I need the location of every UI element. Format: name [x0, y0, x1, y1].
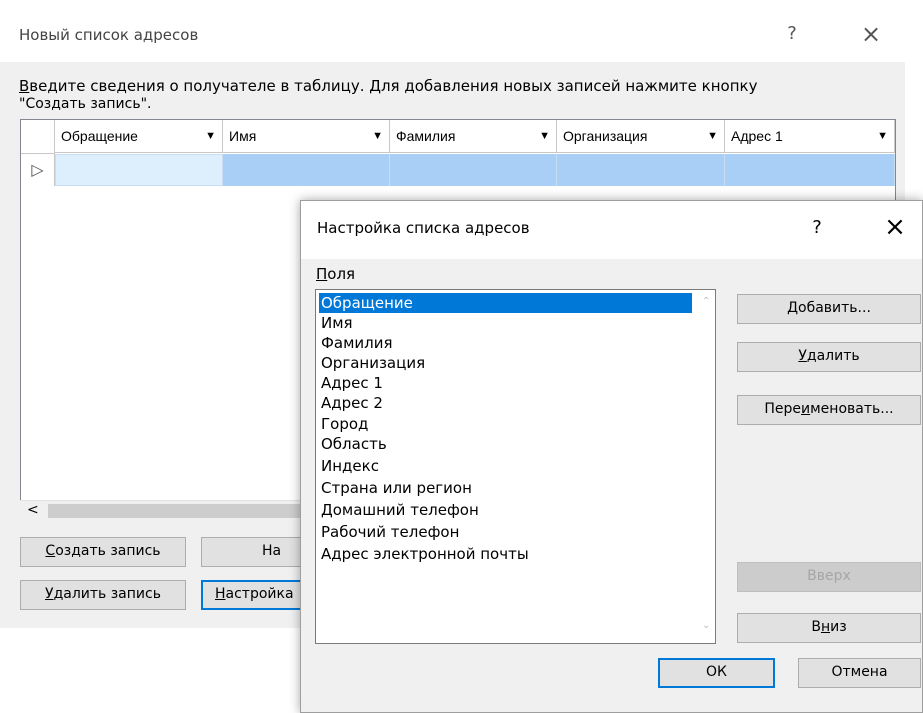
- customize-address-list-dialog: Настройка списка адресов ? × Поля Обраще…: [300, 200, 923, 713]
- fields-listbox[interactable]: Обращение Имя Фамилия Организация Адрес …: [315, 289, 716, 644]
- row-selector-icon[interactable]: ▷: [21, 154, 55, 186]
- list-item[interactable]: Город: [319, 414, 368, 434]
- column-header[interactable]: Имя ▼: [223, 120, 390, 153]
- grid-cell[interactable]: [557, 154, 725, 186]
- dialog-title: Настройка списка адресов: [317, 219, 530, 237]
- dialog-title-bar: Настройка списка адресов ? ×: [301, 201, 922, 259]
- main-dialog-title: Новый список адресов: [19, 26, 199, 44]
- delete-entry-button[interactable]: Удалить запись: [20, 580, 186, 610]
- list-item[interactable]: Фамилия: [319, 333, 393, 353]
- column-header[interactable]: Обращение ▼: [55, 120, 223, 153]
- chevron-down-icon[interactable]: ⌄: [702, 620, 710, 631]
- grid-cell[interactable]: [725, 154, 895, 186]
- column-header[interactable]: Адрес 1 ▼: [725, 120, 895, 153]
- rename-field-button[interactable]: Переименовать...: [737, 395, 921, 425]
- chevron-up-icon[interactable]: ⌃: [702, 296, 710, 307]
- scroll-left-icon[interactable]: <: [27, 501, 39, 519]
- chevron-down-icon[interactable]: ▼: [707, 120, 718, 153]
- instruction-text: Введите сведения о получателе в таблицу.…: [19, 77, 758, 95]
- chevron-down-icon[interactable]: ▼: [372, 120, 383, 153]
- list-item[interactable]: Организация: [319, 353, 425, 373]
- grid-corner: [21, 120, 55, 154]
- add-field-button[interactable]: Добавить...: [737, 294, 921, 324]
- help-button[interactable]: ?: [780, 22, 804, 46]
- move-down-button[interactable]: Вниз: [737, 613, 921, 643]
- list-item[interactable]: Адрес электронной почты: [319, 544, 529, 564]
- ok-button[interactable]: ОК: [658, 658, 775, 688]
- chevron-down-icon[interactable]: ▼: [205, 120, 216, 153]
- list-item[interactable]: Обращение: [319, 293, 692, 313]
- column-header[interactable]: Организация ▼: [557, 120, 725, 153]
- chevron-down-icon[interactable]: ▼: [539, 120, 550, 153]
- main-title-bar: Новый список адресов ? ×: [0, 0, 905, 62]
- delete-field-button[interactable]: Удалить: [737, 342, 921, 372]
- close-button[interactable]: ×: [857, 22, 885, 46]
- horizontal-scrollbar[interactable]: <: [20, 500, 310, 520]
- list-item[interactable]: Имя: [319, 313, 353, 333]
- create-entry-button[interactable]: Создать запись: [20, 537, 186, 567]
- list-item[interactable]: Область: [319, 434, 387, 454]
- grid-cell-active[interactable]: [55, 154, 223, 186]
- scroll-thumb[interactable]: [48, 504, 310, 518]
- list-item[interactable]: Адрес 1: [319, 373, 383, 393]
- list-item[interactable]: Индекс: [319, 456, 379, 476]
- cancel-button[interactable]: Отмена: [798, 658, 921, 688]
- column-header[interactable]: Фамилия ▼: [390, 120, 557, 153]
- chevron-down-icon[interactable]: ▼: [877, 120, 888, 153]
- listbox-scrollbar[interactable]: ⌃ ⌄: [700, 290, 715, 643]
- list-item[interactable]: Домашний телефон: [319, 500, 479, 520]
- list-item[interactable]: Страна или регион: [319, 478, 472, 498]
- grid-cell[interactable]: [223, 154, 390, 186]
- fields-label: Поля: [316, 265, 356, 283]
- dialog-help-button[interactable]: ?: [805, 216, 829, 240]
- list-item[interactable]: Адрес 2: [319, 393, 383, 413]
- list-item[interactable]: Рабочий телефон: [319, 522, 459, 542]
- instruction-text-line2: "Создать запись".: [19, 96, 152, 112]
- grid-cell[interactable]: [390, 154, 557, 186]
- dialog-close-button[interactable]: ×: [881, 214, 909, 240]
- move-up-button[interactable]: Вверх: [737, 562, 921, 592]
